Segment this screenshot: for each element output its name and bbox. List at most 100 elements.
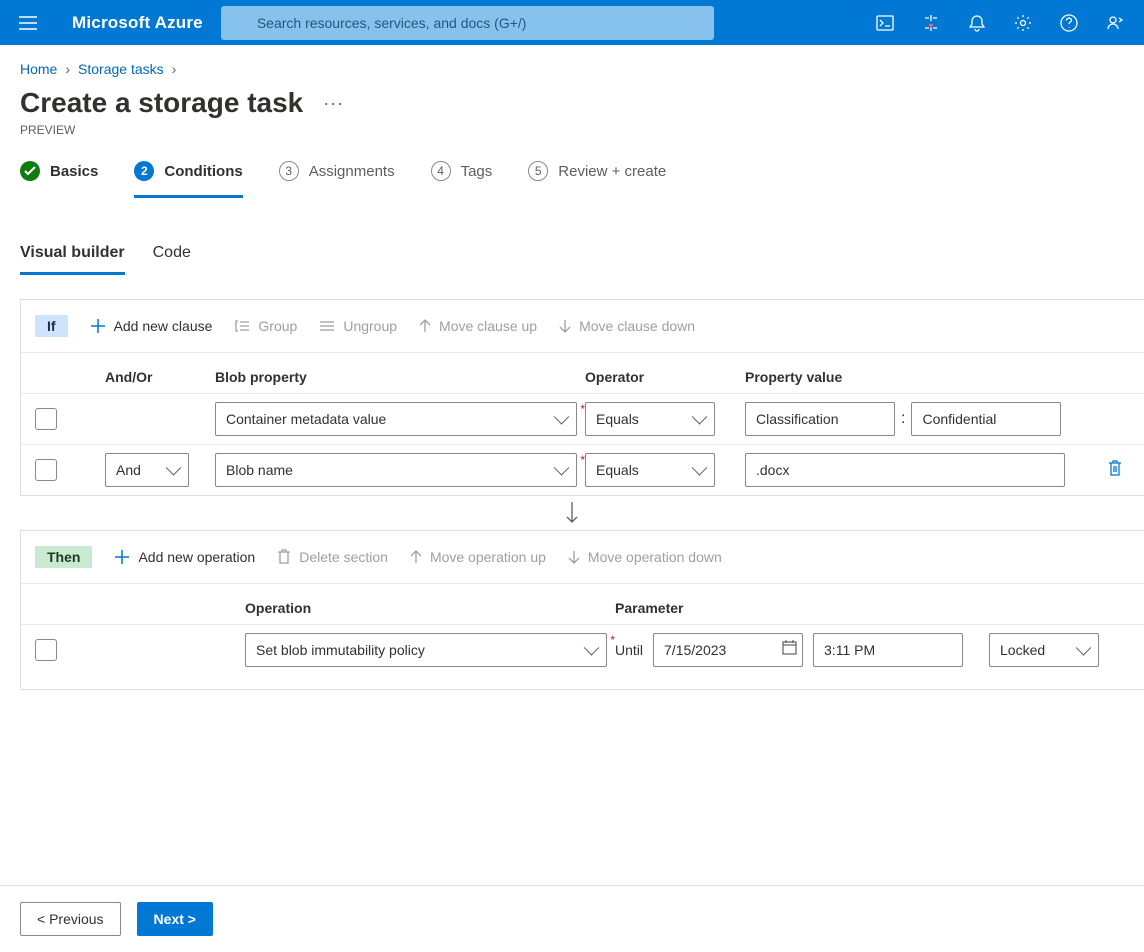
- search-container: [221, 6, 714, 40]
- header-blob-property: Blob property: [215, 369, 585, 385]
- property-key-input[interactable]: Classification: [745, 402, 895, 436]
- step-label: Assignments: [309, 163, 395, 180]
- add-operation-button[interactable]: Add new operation: [114, 549, 255, 565]
- move-op-down-label: Move operation down: [588, 549, 722, 565]
- property-value-input[interactable]: Confidential: [911, 402, 1061, 436]
- step-label: Review + create: [558, 163, 666, 180]
- header-and-or: And/Or: [105, 369, 215, 385]
- next-button[interactable]: Next >: [137, 902, 213, 936]
- ungroup-label: Ungroup: [343, 318, 397, 334]
- date-input[interactable]: 7/15/2023: [653, 633, 803, 667]
- chevron-right-icon: ›: [168, 61, 181, 77]
- add-clause-label: Add new clause: [114, 318, 213, 334]
- condition-row: Container metadata value * Equals Classi…: [21, 393, 1144, 444]
- lock-select[interactable]: Locked: [989, 633, 1099, 667]
- wizard-footer: < Previous Next >: [0, 885, 1144, 952]
- row-checkbox[interactable]: [35, 459, 57, 481]
- required-marker: *: [577, 402, 585, 416]
- move-up-label: Move clause up: [439, 318, 537, 334]
- step-basics[interactable]: Basics: [20, 161, 98, 198]
- operator-select[interactable]: Equals: [585, 402, 715, 436]
- move-clause-up-button: Move clause up: [419, 318, 537, 334]
- header-operator: Operator: [585, 369, 745, 385]
- step-assignments[interactable]: 3 Assignments: [279, 161, 395, 198]
- hamburger-icon[interactable]: [6, 1, 50, 45]
- step-label: Tags: [461, 163, 493, 180]
- wizard-steps: Basics 2 Conditions 3 Assignments 4 Tags…: [0, 161, 1144, 198]
- brand-label: Microsoft Azure: [72, 13, 203, 33]
- if-panel: If Add new clause Group Ungroup Move cla…: [20, 299, 1144, 496]
- blob-property-select[interactable]: Container metadata value: [215, 402, 577, 436]
- then-pill: Then: [35, 546, 92, 568]
- and-or-select[interactable]: And: [105, 453, 189, 487]
- row-checkbox[interactable]: [35, 639, 57, 661]
- operation-headers: Operation Parameter: [21, 583, 1144, 624]
- step-number: 3: [279, 161, 299, 181]
- global-search-input[interactable]: [221, 6, 714, 40]
- filter-icon[interactable]: [908, 1, 954, 45]
- add-clause-button[interactable]: Add new clause: [90, 318, 213, 334]
- breadcrumb-home[interactable]: Home: [20, 61, 57, 77]
- header-operation: Operation: [245, 600, 615, 616]
- condition-headers: And/Or Blob property Operator Property v…: [21, 352, 1144, 393]
- step-number: 5: [528, 161, 548, 181]
- page-title: Create a storage task: [20, 87, 303, 119]
- until-label: Until: [615, 642, 643, 658]
- time-input[interactable]: 3:11 PM: [813, 633, 963, 667]
- move-op-up-label: Move operation up: [430, 549, 546, 565]
- move-operation-down-button: Move operation down: [568, 549, 722, 565]
- ungroup-button: Ungroup: [319, 318, 397, 334]
- checkmark-icon: [20, 161, 40, 181]
- settings-icon[interactable]: [1000, 1, 1046, 45]
- if-pill: If: [35, 315, 68, 337]
- condition-row: And Blob name * Equals .docx: [21, 444, 1144, 495]
- operation-row: Set blob immutability policy * Until 7/1…: [21, 624, 1144, 689]
- operator-select[interactable]: Equals: [585, 453, 715, 487]
- page-heading: Create a storage task ···: [0, 77, 1144, 119]
- feedback-icon[interactable]: [1092, 1, 1138, 45]
- then-toolbar: Then Add new operation Delete section Mo…: [21, 531, 1144, 583]
- notifications-icon[interactable]: [954, 1, 1000, 45]
- add-operation-label: Add new operation: [138, 549, 255, 565]
- more-actions-icon[interactable]: ···: [323, 93, 344, 114]
- delete-section-label: Delete section: [299, 549, 388, 565]
- step-label: Conditions: [164, 163, 242, 180]
- group-button: Group: [234, 318, 297, 334]
- step-number: 4: [431, 161, 451, 181]
- step-conditions[interactable]: 2 Conditions: [134, 161, 242, 198]
- topbar-actions: [862, 1, 1138, 45]
- required-marker: *: [577, 453, 585, 467]
- tab-visual-builder[interactable]: Visual builder: [20, 244, 125, 275]
- header-parameter: Parameter: [615, 600, 1135, 616]
- delete-section-button: Delete section: [277, 549, 388, 565]
- breadcrumb-storage-tasks[interactable]: Storage tasks: [78, 61, 164, 77]
- operation-select[interactable]: Set blob immutability policy: [245, 633, 607, 667]
- blob-property-select[interactable]: Blob name: [215, 453, 577, 487]
- tab-code[interactable]: Code: [153, 244, 191, 275]
- group-label: Group: [258, 318, 297, 334]
- if-toolbar: If Add new clause Group Ungroup Move cla…: [21, 300, 1144, 352]
- then-panel: Then Add new operation Delete section Mo…: [20, 530, 1144, 690]
- move-clause-down-button: Move clause down: [559, 318, 695, 334]
- required-marker: *: [607, 633, 615, 647]
- move-down-label: Move clause down: [579, 318, 695, 334]
- step-number: 2: [134, 161, 154, 181]
- page-subtitle: PREVIEW: [0, 119, 1144, 161]
- step-tags[interactable]: 4 Tags: [431, 161, 493, 198]
- step-label: Basics: [50, 163, 98, 180]
- calendar-icon[interactable]: [782, 640, 797, 660]
- previous-button[interactable]: < Previous: [20, 902, 121, 936]
- row-checkbox[interactable]: [35, 408, 57, 430]
- header-property-value: Property value: [745, 369, 1085, 385]
- step-review[interactable]: 5 Review + create: [528, 161, 666, 198]
- move-operation-up-button: Move operation up: [410, 549, 546, 565]
- colon-separator: :: [901, 410, 905, 428]
- property-value-input[interactable]: .docx: [745, 453, 1065, 487]
- help-icon[interactable]: [1046, 1, 1092, 45]
- chevron-right-icon: ›: [61, 61, 74, 77]
- delete-row-icon[interactable]: [1107, 459, 1123, 482]
- builder-tabs: Visual builder Code: [0, 198, 1144, 275]
- azure-topbar: Microsoft Azure: [0, 0, 1144, 45]
- cloud-shell-icon[interactable]: [862, 1, 908, 45]
- flow-arrow: [0, 496, 1144, 530]
